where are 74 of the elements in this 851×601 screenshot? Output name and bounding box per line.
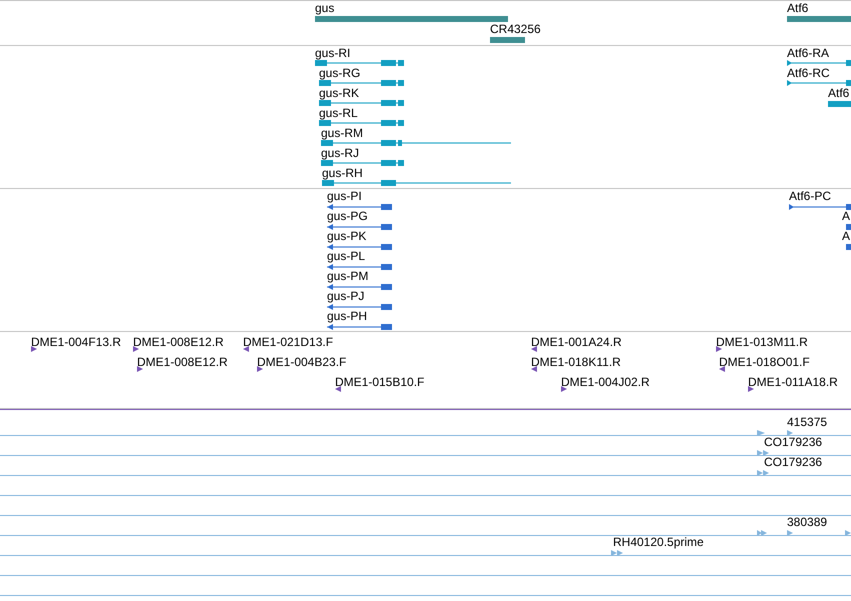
- feature-label[interactable]: gus-PK: [327, 230, 366, 243]
- transcript-glyph-icon: [787, 60, 851, 66]
- feature-label[interactable]: CO179236: [764, 456, 822, 469]
- clone-marker-icon: [716, 346, 722, 352]
- feature-label[interactable]: Atf6: [828, 87, 850, 100]
- protein-glyph-icon: [327, 264, 392, 270]
- feature-label[interactable]: CO179236: [764, 436, 822, 449]
- transcript-glyph-icon: [828, 101, 851, 107]
- transcript-glyph-icon: [319, 120, 404, 126]
- clone-marker-icon: [243, 346, 249, 352]
- protein-glyph-icon: [846, 224, 851, 230]
- feature-label[interactable]: DME1-011A18.R: [748, 376, 838, 389]
- feature-label[interactable]: 415375: [787, 416, 828, 429]
- feature-label[interactable]: CR43256: [490, 23, 541, 36]
- feature-label[interactable]: DME1-021D13.F: [243, 336, 334, 349]
- transcript-glyph-icon: [787, 80, 851, 86]
- gene-bar-icon: [315, 16, 508, 22]
- transcript-glyph-icon: [321, 160, 404, 166]
- feature-label[interactable]: DME1-001A24.R: [531, 336, 622, 349]
- feature-label[interactable]: gus-RK: [319, 87, 360, 100]
- transcript-glyph-icon: [319, 80, 404, 86]
- feature-label[interactable]: gus-PM: [327, 270, 368, 283]
- feature-label[interactable]: Atf6-PC: [789, 190, 832, 203]
- feature-label[interactable]: DME1-004B23.F: [257, 356, 346, 369]
- feature-label[interactable]: gus-RJ: [321, 147, 360, 160]
- clone-marker-icon: [31, 346, 37, 352]
- feature-label[interactable]: gus-PH: [327, 310, 368, 323]
- feature-label[interactable]: gus-RL: [319, 107, 358, 120]
- feature-label[interactable]: DME1-008E12.R: [133, 336, 224, 349]
- transcript-glyph-icon: [321, 140, 511, 146]
- transcript-glyph-icon: [315, 60, 404, 66]
- feature-label[interactable]: DME1-004F13.R: [31, 336, 122, 349]
- feature-label[interactable]: RH40120.5prime: [613, 536, 704, 549]
- transcript-glyph-icon: [322, 180, 511, 186]
- feature-label[interactable]: gus-RI: [315, 47, 350, 60]
- clone-marker-icon: [719, 366, 725, 372]
- clone-marker-icon: [531, 366, 537, 372]
- feature-label[interactable]: gus-RG: [319, 67, 360, 80]
- clone-marker-icon: [531, 346, 537, 352]
- protein-glyph-icon: [327, 244, 392, 250]
- protein-glyph-icon: [789, 204, 851, 210]
- gene-bar-icon: [490, 37, 525, 43]
- feature-label[interactable]: gus-RM: [321, 127, 364, 140]
- feature-label[interactable]: DME1-013M11.R: [716, 336, 808, 349]
- protein-glyph-icon: [327, 324, 392, 330]
- feature-label[interactable]: gus-PL: [327, 250, 366, 263]
- feature-label[interactable]: DME1-018O01.F: [719, 356, 810, 369]
- feature-label[interactable]: DME1-015B10.F: [335, 376, 424, 389]
- protein-glyph-icon: [327, 284, 392, 290]
- feature-label[interactable]: Atf6-RC: [787, 67, 830, 80]
- feature-label[interactable]: gus-PJ: [327, 290, 364, 303]
- clone-marker-icon: [257, 366, 263, 372]
- gene-bar-icon: [787, 16, 851, 22]
- clone-marker-icon: [335, 386, 341, 392]
- clone-marker-icon: [561, 386, 567, 392]
- feature-label[interactable]: gus-PG: [327, 210, 368, 223]
- clone-marker-icon: [137, 366, 143, 372]
- feature-label[interactable]: A: [842, 210, 850, 223]
- feature-label[interactable]: gus-RH: [322, 167, 363, 180]
- feature-label[interactable]: Atf6-RA: [787, 47, 830, 60]
- protein-glyph-icon: [327, 204, 392, 210]
- protein-glyph-icon: [846, 244, 851, 250]
- clone-marker-icon: [133, 346, 139, 352]
- protein-glyph-icon: [327, 304, 392, 310]
- feature-label[interactable]: DME1-008E12.R: [137, 356, 228, 369]
- feature-label[interactable]: gus-PI: [327, 190, 362, 203]
- protein-glyph-icon: [327, 224, 392, 230]
- feature-label[interactable]: 380389: [787, 516, 828, 529]
- clone-marker-icon: [748, 386, 754, 392]
- transcript-glyph-icon: [319, 100, 404, 106]
- feature-label[interactable]: Atf6: [787, 2, 808, 15]
- feature-label[interactable]: DME1-018K11.R: [531, 356, 621, 369]
- feature-label[interactable]: DME1-004J02.R: [561, 376, 650, 389]
- feature-label[interactable]: A: [842, 230, 850, 243]
